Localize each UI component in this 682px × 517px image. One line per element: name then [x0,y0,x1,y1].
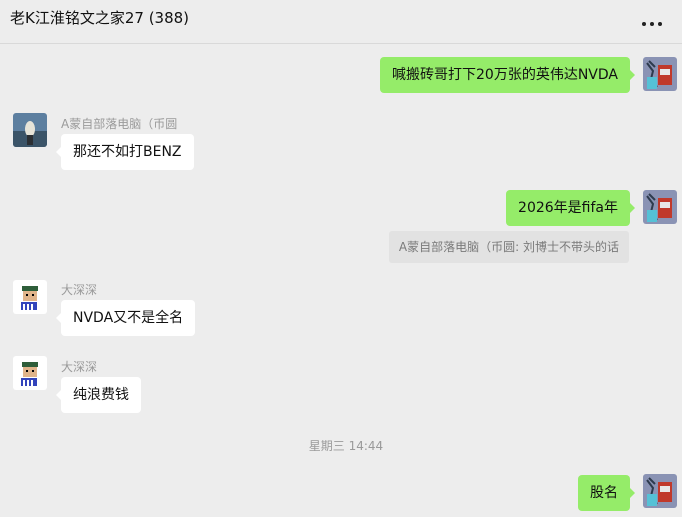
my-avatar[interactable] [643,474,677,508]
quoted-message[interactable]: A蒙自部落电脑（币圆: 刘博士不带头的话 [388,231,629,263]
message-bubble-incoming[interactable]: 那还不如打BENZ [56,134,194,170]
sender-avatar-a[interactable] [13,113,47,147]
message-bubble-incoming[interactable]: 纯浪费钱 [56,377,141,413]
sender-name: A蒙自部落电脑（币圆 [61,117,178,131]
my-avatar[interactable] [643,57,677,91]
message-timestamp: 星期三 14:44 [308,439,384,453]
chat-title: 老K江淮铭文之家27 (388) [10,9,190,27]
message-bubble-outgoing[interactable]: 喊搬砖哥打下20万张的英伟达NVDA [380,57,635,93]
message-bubble-outgoing[interactable]: 2026年是fifa年 [506,190,635,226]
my-avatar[interactable] [643,190,677,224]
message-bubble-outgoing[interactable]: 股名 [578,475,635,511]
more-options-icon[interactable] [642,14,664,30]
sender-avatar-dashenshen[interactable] [13,356,47,390]
message-bubble-incoming[interactable]: NVDA又不是全名 [55,300,196,336]
sender-name: 大深深 [61,283,98,297]
sender-avatar-dashenshen[interactable] [13,280,47,314]
chat-header: 老K江淮铭文之家27 (388) [0,0,682,44]
sender-name: 大深深 [61,360,98,374]
